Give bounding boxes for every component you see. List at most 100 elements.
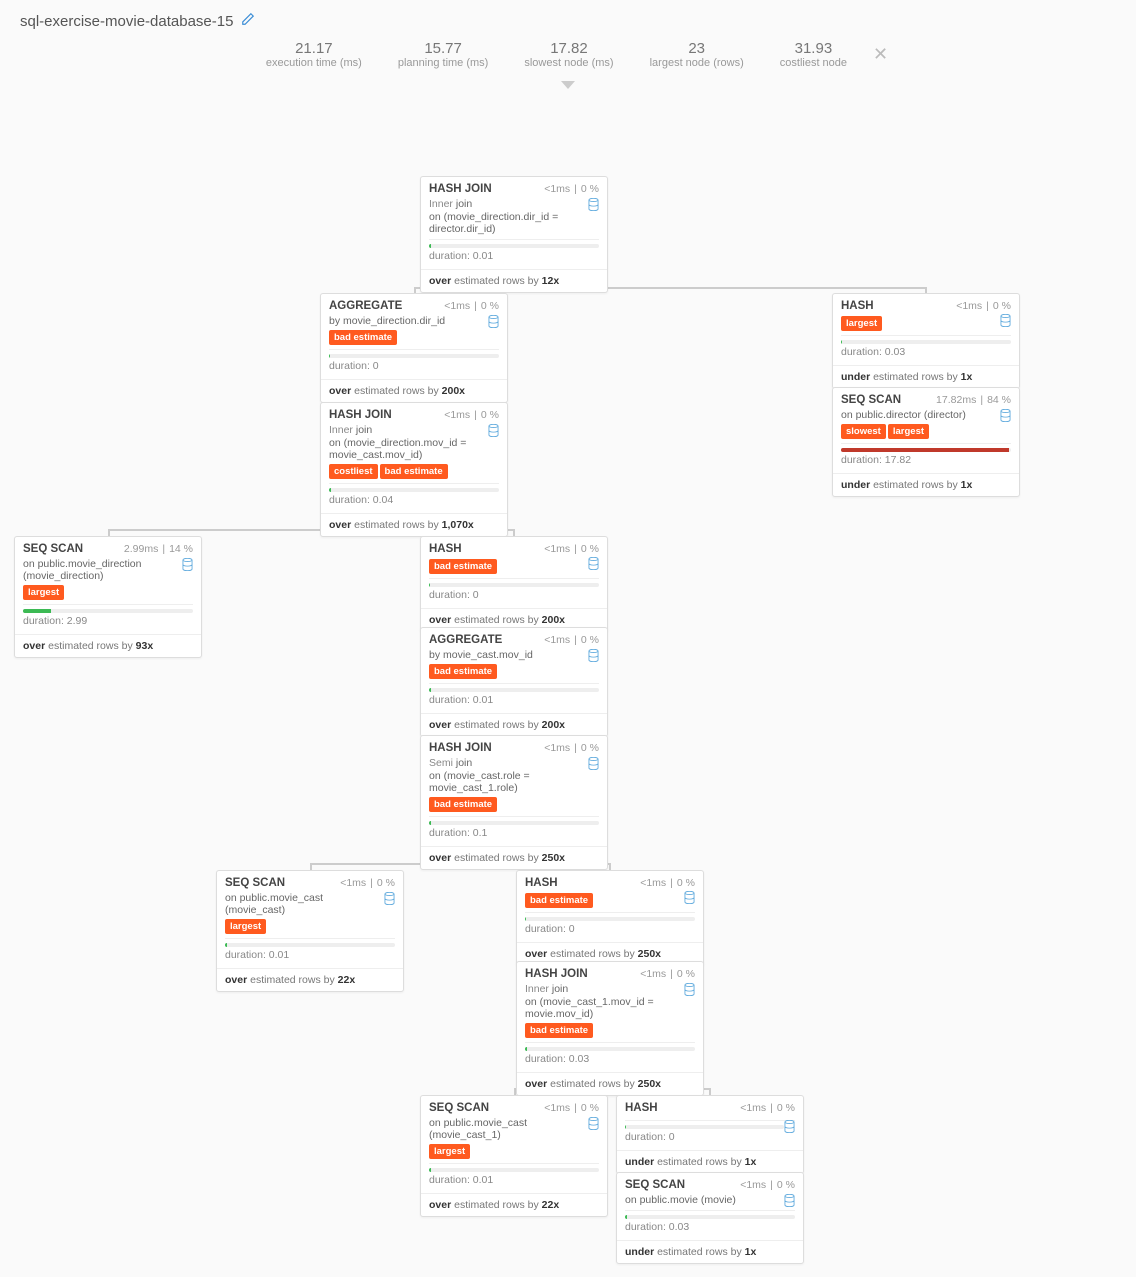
metric-value: 31.93: [780, 40, 847, 57]
node-stats: <1ms|0 %: [444, 300, 499, 312]
database-icon: [488, 315, 499, 328]
node-stats: <1ms|0 %: [640, 877, 695, 889]
plan-node[interactable]: SEQ SCAN <1ms|0 % on public.movie (movie…: [616, 1172, 804, 1264]
database-icon: [384, 892, 395, 905]
duration-bar: [525, 917, 695, 921]
node-title: SEQ SCAN: [625, 1179, 685, 1191]
edit-icon[interactable]: [241, 12, 255, 30]
plan-node[interactable]: HASH <1ms|0 % bad estimate duration: 0 o…: [420, 536, 608, 632]
duration-bar: [429, 583, 599, 587]
metric-value: 23: [650, 40, 744, 57]
duration-bar: [329, 488, 499, 492]
node-title: HASH: [625, 1102, 658, 1114]
node-footer: under estimated rows by 1x: [833, 365, 1019, 388]
node-duration: duration: 17.82: [841, 454, 1011, 466]
duration-bar: [429, 688, 599, 692]
database-icon: [784, 1120, 795, 1133]
plan-node[interactable]: HASH JOIN <1ms|0 % Inner joinon (movie_c…: [516, 961, 704, 1096]
node-title: HASH JOIN: [329, 409, 392, 421]
node-stats: <1ms|0 %: [544, 183, 599, 195]
node-duration: duration: 0.01: [429, 250, 599, 262]
plan-node[interactable]: HASH JOIN <1ms|0 % Inner joinon (movie_d…: [320, 402, 508, 537]
database-icon: [588, 757, 599, 770]
node-footer: under estimated rows by 1x: [833, 473, 1019, 496]
metric: 15.77planning time (ms): [380, 40, 506, 69]
metrics-bar: 21.17execution time (ms) 15.77planning ti…: [0, 34, 1136, 83]
plan-node[interactable]: HASH <1ms|0 % bad estimate duration: 0 o…: [516, 870, 704, 966]
node-footer: over estimated rows by 250x: [517, 1072, 703, 1095]
node-footer: over estimated rows by 93x: [15, 634, 201, 657]
plan-canvas: HASH JOIN <1ms|0 % Inner joinon (movie_d…: [0, 97, 1136, 1277]
node-tag: bad estimate: [525, 1023, 593, 1038]
database-icon: [182, 558, 193, 571]
plan-node[interactable]: HASH <1ms|0 % largest duration: 0.03 und…: [832, 293, 1020, 389]
duration-bar: [429, 821, 599, 825]
duration-bar: [841, 340, 1011, 344]
node-title: HASH JOIN: [429, 742, 492, 754]
chevron-down-icon: [561, 81, 575, 89]
node-tag: bad estimate: [429, 664, 497, 679]
plan-node[interactable]: HASH <1ms|0 % duration: 0 under estimate…: [616, 1095, 804, 1174]
node-duration: duration: 0.03: [841, 346, 1011, 358]
metric-value: 21.17: [266, 40, 362, 57]
plan-node[interactable]: AGGREGATE <1ms|0 % by movie_direction.di…: [320, 293, 508, 403]
node-title: HASH: [429, 543, 462, 555]
node-title: HASH JOIN: [525, 968, 588, 980]
duration-bar: [841, 448, 1011, 452]
plan-node[interactable]: SEQ SCAN <1ms|0 % on public.movie_cast (…: [420, 1095, 608, 1217]
node-tag: bad estimate: [329, 330, 397, 345]
node-tag: bad estimate: [429, 797, 497, 812]
duration-bar: [429, 1168, 599, 1172]
metric-label: planning time (ms): [398, 57, 488, 69]
database-icon: [1000, 409, 1011, 422]
plan-node[interactable]: AGGREGATE <1ms|0 % by movie_cast.mov_idb…: [420, 627, 608, 737]
node-duration: duration: 0: [525, 923, 695, 935]
plan-node[interactable]: SEQ SCAN <1ms|0 % on public.movie_cast (…: [216, 870, 404, 992]
database-icon: [488, 424, 499, 437]
plan-node[interactable]: SEQ SCAN 17.82ms|84 % on public.director…: [832, 387, 1020, 497]
node-tag: bad estimate: [429, 559, 497, 574]
node-stats: 2.99ms|14 %: [124, 543, 193, 555]
node-tag: largest: [225, 919, 266, 934]
database-icon: [588, 1117, 599, 1130]
plan-node[interactable]: HASH JOIN <1ms|0 % Semi joinon (movie_ca…: [420, 735, 608, 870]
duration-bar: [429, 244, 599, 248]
node-footer: over estimated rows by 22x: [217, 968, 403, 991]
node-footer: over estimated rows by 250x: [421, 846, 607, 869]
metric: 31.93costliest node: [762, 40, 865, 69]
node-title: SEQ SCAN: [23, 543, 83, 555]
metric-label: costliest node: [780, 57, 847, 69]
close-icon[interactable]: ✕: [873, 44, 888, 65]
node-stats: <1ms|0 %: [544, 543, 599, 555]
database-icon: [588, 557, 599, 570]
node-duration: duration: 0.03: [525, 1053, 695, 1065]
metric-label: largest node (rows): [650, 57, 744, 69]
database-icon: [684, 983, 695, 996]
node-title: SEQ SCAN: [225, 877, 285, 889]
node-duration: duration: 0.01: [225, 949, 395, 961]
node-tag: largest: [23, 585, 64, 600]
metric-label: execution time (ms): [266, 57, 362, 69]
node-tag: largest: [841, 316, 882, 331]
database-icon: [684, 891, 695, 904]
node-footer: over estimated rows by 200x: [421, 713, 607, 736]
node-duration: duration: 0: [329, 360, 499, 372]
node-tag: largest: [429, 1144, 470, 1159]
node-title: AGGREGATE: [329, 300, 402, 312]
node-duration: duration: 0.01: [429, 694, 599, 706]
node-duration: duration: 0: [429, 589, 599, 601]
metric: 23largest node (rows): [632, 40, 762, 69]
metric-value: 15.77: [398, 40, 488, 57]
node-footer: under estimated rows by 1x: [617, 1240, 803, 1263]
duration-bar: [225, 943, 395, 947]
plan-node[interactable]: HASH JOIN <1ms|0 % Inner joinon (movie_d…: [420, 176, 608, 293]
metric-value: 17.82: [524, 40, 613, 57]
node-title: HASH JOIN: [429, 183, 492, 195]
plan-node[interactable]: SEQ SCAN 2.99ms|14 % on public.movie_dir…: [14, 536, 202, 658]
duration-bar: [23, 609, 193, 613]
node-tag: slowest: [841, 424, 886, 439]
node-footer: over estimated rows by 1,070x: [321, 513, 507, 536]
duration-bar: [625, 1125, 784, 1129]
node-duration: duration: 2.99: [23, 615, 193, 627]
database-icon: [588, 198, 599, 211]
